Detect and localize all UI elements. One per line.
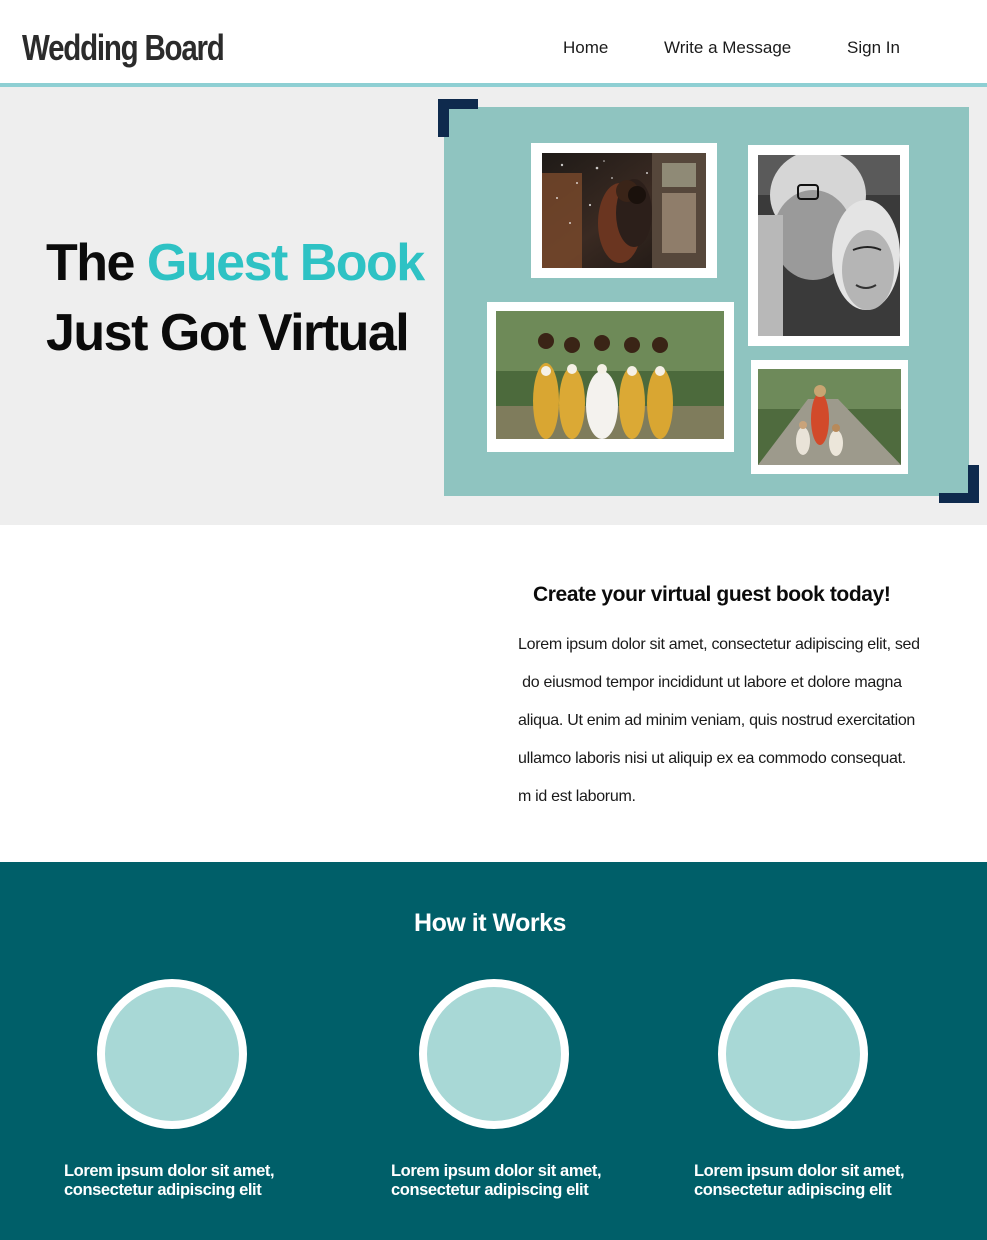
intro-heading: Create your virtual guest book today!: [533, 583, 891, 606]
step-2-line2: consectetur adipiscing elit: [391, 1181, 589, 1199]
hero-title-line2: Just Got Virtual: [46, 304, 410, 362]
step-3-circle-icon: [718, 979, 868, 1129]
couple-embrace-photo: [542, 153, 706, 268]
nav-home-link[interactable]: Home: [563, 37, 608, 59]
step-3-line1: Lorem ipsum dolor sit amet,: [694, 1162, 905, 1180]
step-1-line2: consectetur adipiscing elit: [64, 1181, 262, 1199]
corner-bracket-top-left-vertical: [438, 99, 449, 137]
step-2-text: Lorem ipsum dolor sit amet, consectetur …: [391, 1162, 602, 1200]
intro-paragraph: Lorem ipsum dolor sit amet, consectetur …: [518, 626, 958, 816]
step-1-line1: Lorem ipsum dolor sit amet,: [64, 1162, 275, 1180]
step-3-line2: consectetur adipiscing elit: [694, 1181, 892, 1199]
hero-title-accent: Guest Book: [146, 234, 425, 292]
bridesmaids-photo: [496, 311, 724, 439]
intro-line: aliqua. Ut enim ad minim veniam, quis no…: [518, 712, 916, 729]
intro-line: m id est laborum.: [518, 788, 636, 805]
step-1-text: Lorem ipsum dolor sit amet, consectetur …: [64, 1162, 275, 1200]
top-header: Wedding Board Home Write a Message Sign …: [0, 0, 987, 83]
elderly-couple-photo: [758, 155, 900, 336]
hero-title: The Guest Book Just Got Virtual: [46, 228, 425, 368]
brand-logo[interactable]: Wedding Board: [22, 26, 225, 70]
step-3-text: Lorem ipsum dolor sit amet, consectetur …: [694, 1162, 905, 1200]
step-1-circle-icon: [97, 979, 247, 1129]
nav-sign-in-link[interactable]: Sign In: [847, 37, 900, 59]
intro-line: ullamco laboris nisi ut aliquip ex ea co…: [518, 750, 906, 767]
mother-daughters-photo: [758, 369, 901, 465]
intro-line: do eiusmod tempor incididunt ut labore e…: [518, 674, 902, 691]
intro-line: Lorem ipsum dolor sit amet, consectetur …: [518, 636, 920, 653]
hero-title-prefix: The: [46, 234, 147, 292]
nav-write-message-link[interactable]: Write a Message: [664, 37, 791, 59]
how-it-works-title: How it Works: [414, 909, 566, 937]
step-2-circle-icon: [419, 979, 569, 1129]
corner-bracket-bottom-right-vertical: [968, 465, 979, 503]
step-2-line1: Lorem ipsum dolor sit amet,: [391, 1162, 602, 1180]
